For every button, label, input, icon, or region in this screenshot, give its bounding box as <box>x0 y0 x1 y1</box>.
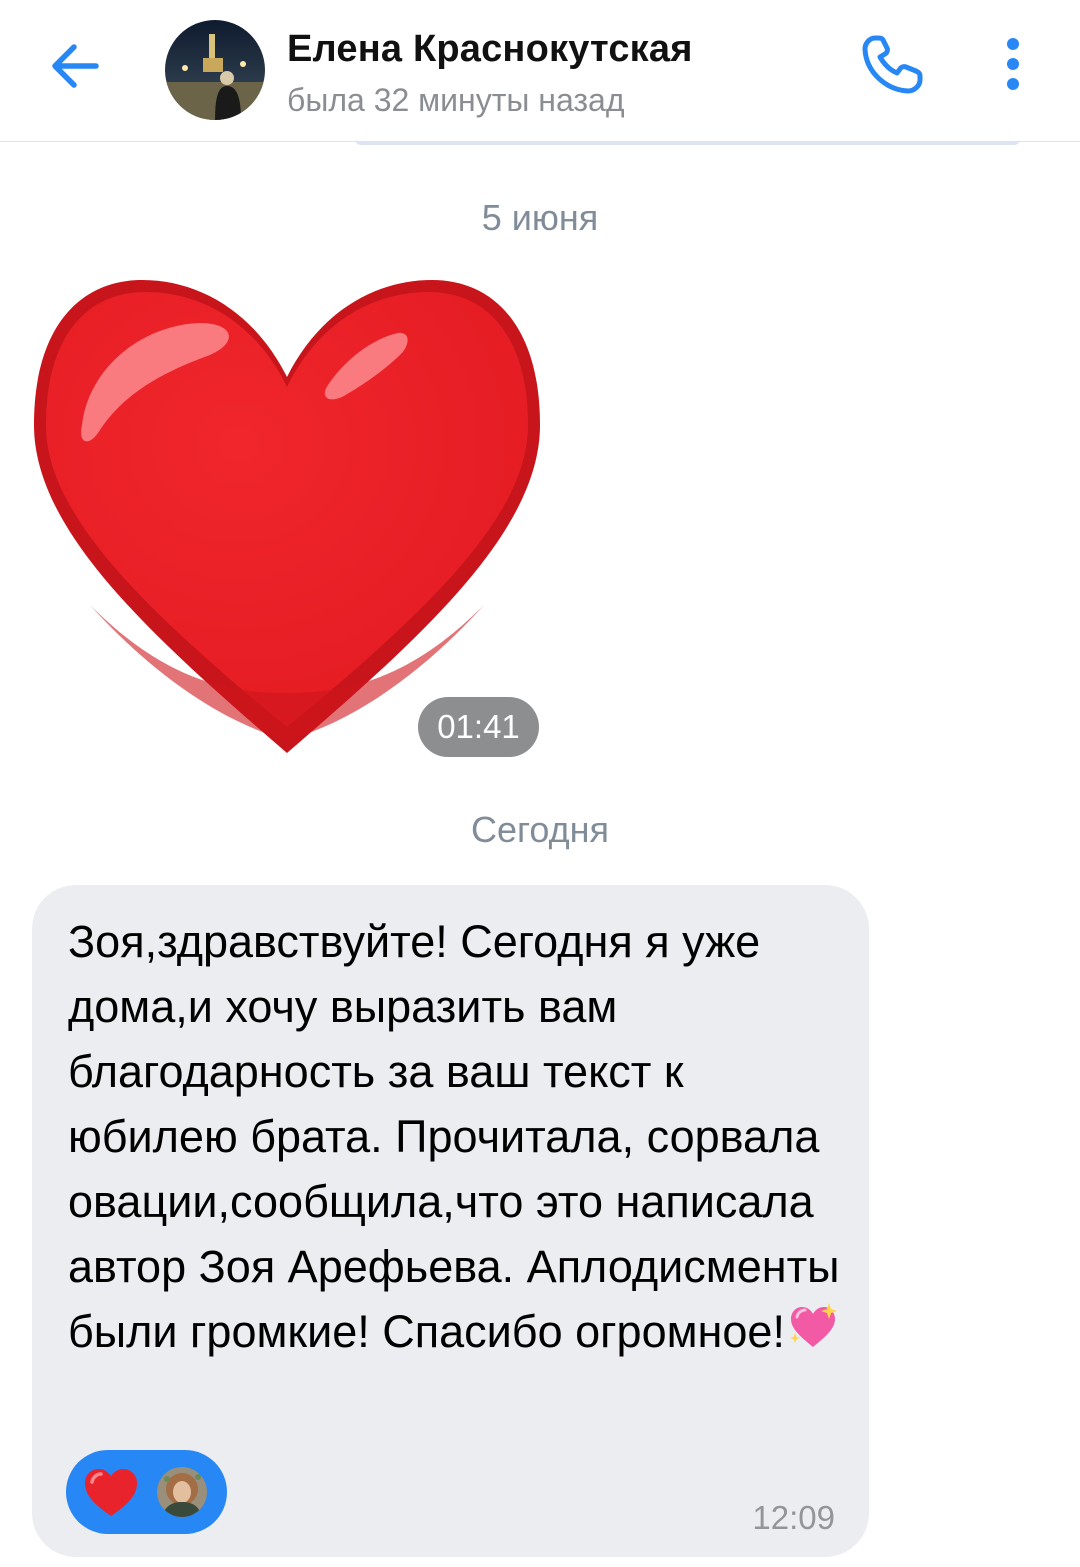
red-heart-sticker[interactable] <box>30 275 545 760</box>
red-heart-icon <box>83 1466 139 1518</box>
more-vertical-icon[interactable] <box>998 36 1028 96</box>
date-separator: Сегодня <box>471 809 609 850</box>
contact-last-seen: была 32 минуты назад <box>287 82 625 118</box>
phone-icon[interactable] <box>858 32 928 98</box>
reactor-avatar <box>157 1467 207 1517</box>
message-timestamp: 12:09 <box>752 1499 835 1536</box>
contact-avatar[interactable] <box>165 20 265 120</box>
sparkling-heart-icon <box>787 1301 839 1353</box>
contact-name[interactable]: Елена Краснокутская <box>287 28 693 71</box>
message-text: Зоя,здравствуйте! Сегодня я уже дома,и х… <box>68 916 840 1357</box>
chat-header: Елена Краснокутская была 32 минуты назад <box>0 0 1080 142</box>
message-text-block: Зоя,здравствуйте! Сегодня я уже дома,и х… <box>68 909 858 1364</box>
date-separator: 5 июня <box>481 197 599 238</box>
sticker-timestamp: 01:41 <box>418 697 539 757</box>
back-arrow-icon[interactable] <box>44 36 108 96</box>
chat-screen: Елена Краснокутская была 32 минуты назад… <box>0 0 1080 1567</box>
pinned-bar-edge <box>355 139 1020 145</box>
incoming-message-bubble[interactable]: Зоя,здравствуйте! Сегодня я уже дома,и х… <box>32 885 869 1557</box>
reaction-button[interactable] <box>66 1450 227 1534</box>
